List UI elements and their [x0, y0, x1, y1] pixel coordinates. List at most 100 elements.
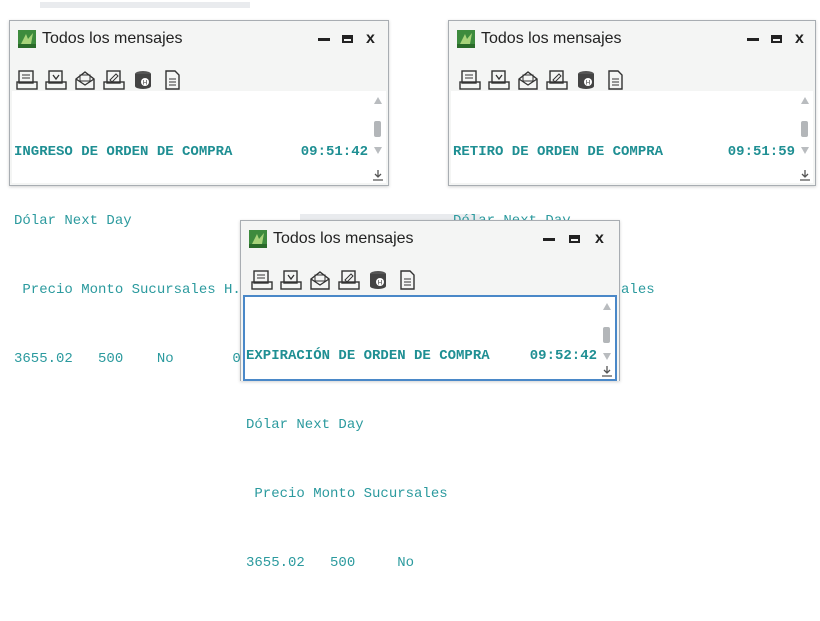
mail-doc-button[interactable]: [517, 69, 539, 91]
message-heading: EXPIRACIÓN DE ORDEN DE COMPRA: [246, 348, 490, 364]
export-doc-icon: [280, 270, 302, 290]
window-title: Todos los mensajes: [481, 30, 622, 47]
message-columns: Precio Monto Sucursales: [246, 486, 448, 502]
document-button[interactable]: [604, 69, 626, 91]
message-panel[interactable]: EXPIRACIÓN DE ORDEN DE COMPRA 09:52:42 D…: [243, 295, 617, 571]
close-button[interactable]: x: [366, 21, 375, 57]
database-button[interactable]: H: [575, 69, 597, 91]
scrollbar[interactable]: [599, 297, 615, 379]
export-doc-icon: [488, 70, 510, 90]
message-window-3[interactable]: Todos los mensajes x H EXPIRACIÓN DE ORD…: [240, 220, 620, 571]
message-panel[interactable]: INGRESO DE ORDEN DE COMPRA 09:51:42 Dóla…: [12, 91, 386, 367]
message-time: 09:51:42: [300, 144, 368, 160]
edit-doc-icon: [546, 70, 568, 90]
message-content: EXPIRACIÓN DE ORDEN DE COMPRA 09:52:42 D…: [246, 299, 597, 621]
app-logo-icon: [457, 30, 475, 48]
minimize-button[interactable]: [543, 221, 555, 257]
document-button[interactable]: [161, 69, 183, 91]
maximize-icon: [771, 35, 782, 43]
scroll-up-icon[interactable]: [801, 97, 809, 104]
mail-doc-icon: [518, 71, 538, 90]
minimize-icon: [543, 237, 555, 241]
document-icon: [608, 70, 623, 90]
message-heading-row: RETIRO DE ORDEN DE COMPRA 09:51:59: [453, 141, 795, 164]
scroll-to-bottom-icon[interactable]: [372, 169, 384, 181]
message-heading: RETIRO DE ORDEN DE COMPRA: [453, 144, 664, 160]
scroll-up-icon[interactable]: [374, 97, 382, 104]
title-bar[interactable]: Todos los mensajes: [449, 21, 815, 57]
message-panel[interactable]: RETIRO DE ORDEN DE COMPRA 09:51:59 Dólar…: [451, 91, 813, 367]
edit-doc-icon: [103, 70, 125, 90]
print-doc-button[interactable]: [16, 69, 38, 91]
mail-doc-icon: [75, 71, 95, 90]
message-window-2[interactable]: Todos los mensajes x H RETIRO DE ORDEN D…: [448, 20, 816, 367]
message-heading: INGRESO DE ORDEN DE COMPRA: [14, 144, 233, 160]
maximize-button[interactable]: [342, 21, 353, 57]
message-instrument: Dólar Next Day: [246, 417, 364, 433]
maximize-icon: [569, 235, 580, 243]
database-icon: H: [135, 71, 151, 89]
scrollbar[interactable]: [370, 91, 386, 183]
scroll-to-bottom-icon[interactable]: [799, 169, 811, 181]
export-doc-button[interactable]: [45, 69, 67, 91]
title-bar[interactable]: Todos los mensajes: [10, 21, 388, 57]
print-doc-icon: [251, 270, 273, 290]
svg-text:H: H: [586, 80, 591, 87]
document-icon: [400, 270, 415, 290]
scroll-down-icon[interactable]: [374, 147, 382, 154]
scroll-thumb[interactable]: [603, 327, 610, 343]
maximize-button[interactable]: [771, 21, 782, 57]
message-time: 09:51:59: [727, 144, 795, 160]
database-button[interactable]: H: [132, 69, 154, 91]
window-title: Todos los mensajes: [273, 230, 414, 247]
scroll-thumb[interactable]: [801, 121, 808, 137]
close-icon: x: [366, 30, 375, 47]
maximize-icon: [342, 35, 353, 43]
app-logo-icon: [249, 230, 267, 248]
edit-doc-icon: [338, 270, 360, 290]
background-strip: [40, 2, 250, 8]
mail-doc-button[interactable]: [74, 69, 96, 91]
scroll-up-icon[interactable]: [603, 303, 611, 310]
close-icon: x: [595, 230, 604, 247]
database-button[interactable]: H: [367, 269, 389, 291]
mail-doc-button[interactable]: [309, 269, 331, 291]
export-doc-icon: [45, 70, 67, 90]
maximize-button[interactable]: [569, 221, 580, 257]
toolbar: H: [251, 265, 425, 295]
edit-doc-button[interactable]: [103, 69, 125, 91]
close-button[interactable]: x: [595, 221, 604, 257]
edit-doc-button[interactable]: [546, 69, 568, 91]
document-button[interactable]: [396, 269, 418, 291]
minimize-icon: [318, 37, 330, 41]
minimize-button[interactable]: [747, 21, 759, 57]
message-window-1[interactable]: Todos los mensajes x H INGRESO DE ORDEN …: [9, 20, 389, 367]
edit-doc-button[interactable]: [338, 269, 360, 291]
scrollbar[interactable]: [797, 91, 813, 183]
database-icon: H: [578, 71, 594, 89]
scroll-down-icon[interactable]: [603, 353, 611, 360]
app-logo-icon: [18, 30, 36, 48]
document-icon: [165, 70, 180, 90]
minimize-button[interactable]: [318, 21, 330, 57]
scroll-thumb[interactable]: [374, 121, 381, 137]
export-doc-button[interactable]: [488, 69, 510, 91]
print-doc-icon: [459, 70, 481, 90]
message-heading-row: EXPIRACIÓN DE ORDEN DE COMPRA 09:52:42: [246, 345, 597, 368]
close-button[interactable]: x: [795, 21, 804, 57]
print-doc-button[interactable]: [251, 269, 273, 291]
print-doc-button[interactable]: [459, 69, 481, 91]
message-heading-row: INGRESO DE ORDEN DE COMPRA 09:51:42: [14, 141, 368, 164]
print-doc-icon: [16, 70, 38, 90]
close-icon: x: [795, 30, 804, 47]
minimize-icon: [747, 37, 759, 41]
svg-text:H: H: [143, 80, 148, 87]
message-values: 3655.02 500 No: [246, 555, 415, 571]
scroll-to-bottom-icon[interactable]: [601, 365, 613, 377]
export-doc-button[interactable]: [280, 269, 302, 291]
title-bar[interactable]: Todos los mensajes: [241, 221, 619, 257]
message-time: 09:52:42: [529, 348, 597, 364]
scroll-down-icon[interactable]: [801, 147, 809, 154]
window-title: Todos los mensajes: [42, 30, 183, 47]
database-icon: H: [370, 271, 386, 289]
